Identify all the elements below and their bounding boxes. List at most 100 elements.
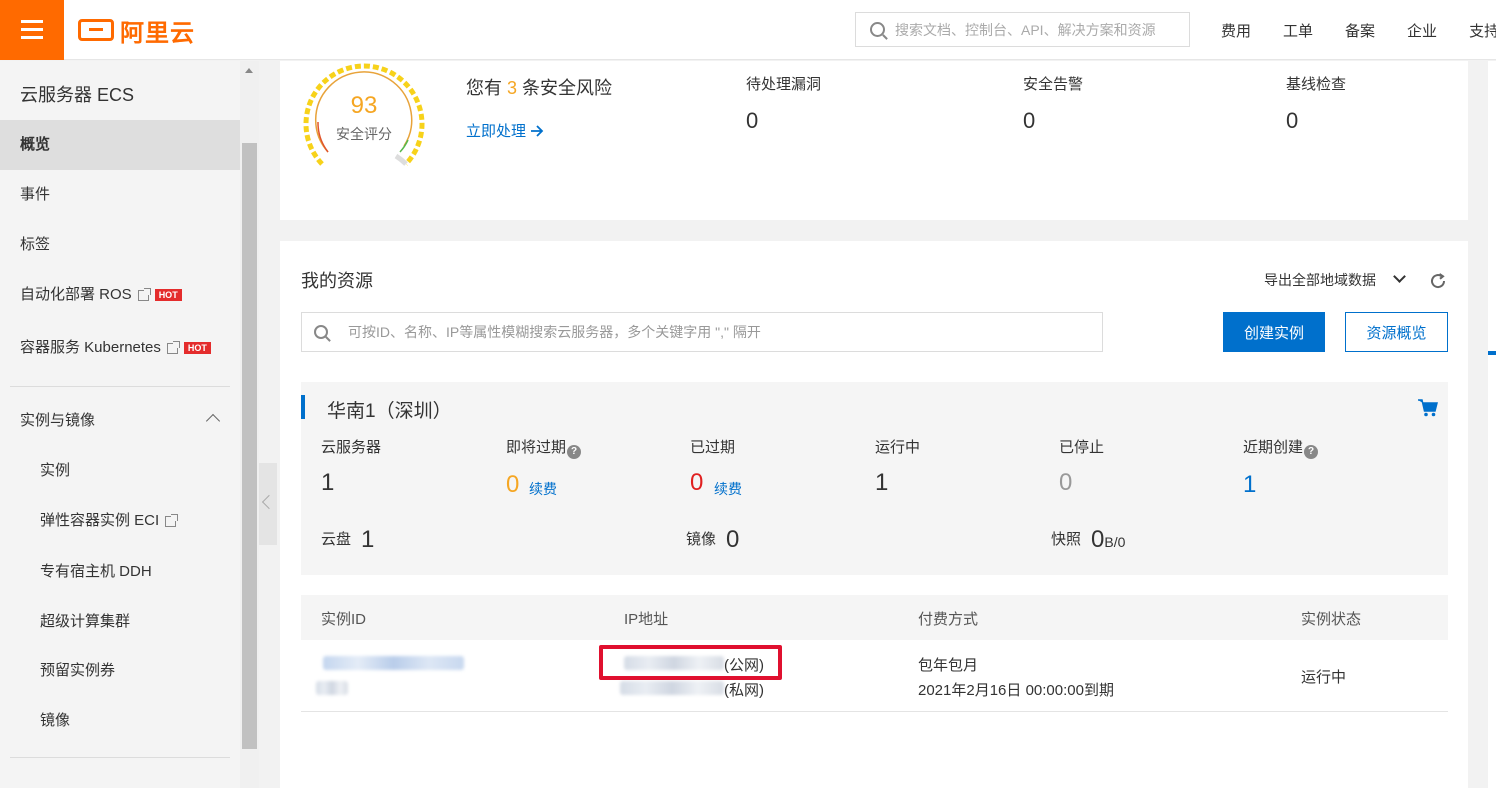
nav-billing[interactable]: 费用: [1221, 20, 1251, 41]
export-all-regions-button[interactable]: 导出全部地域数据: [1264, 270, 1376, 290]
sidebar-item-label: 实例: [40, 462, 71, 479]
scroll-up-arrow-icon[interactable]: [245, 68, 253, 73]
search-icon: [314, 325, 328, 339]
cart-icon[interactable]: [1418, 399, 1438, 417]
sidebar-item-label: 容器服务 Kubernetes: [20, 339, 161, 356]
instance-id-redacted[interactable]: [323, 656, 464, 670]
resource-overview-button[interactable]: 资源概览: [1345, 312, 1448, 352]
baseline-check-value[interactable]: 0: [1286, 108, 1298, 134]
disk-value[interactable]: 1: [361, 526, 374, 554]
nav-support[interactable]: 支持: [1469, 20, 1496, 41]
region-accent-bar: [301, 395, 305, 419]
sidebar-scrollbar[interactable]: [240, 61, 259, 788]
sidebar-item-ros[interactable]: 自动化部署 ROS HOT: [0, 270, 240, 320]
nav-enterprise[interactable]: 企业: [1407, 20, 1437, 41]
right-panel-indicator: [1488, 351, 1496, 355]
stopped-value[interactable]: 0: [1059, 469, 1072, 497]
sidebar-item-images[interactable]: 镜像: [0, 696, 240, 746]
recently-created-label: 近期创建?: [1243, 436, 1319, 459]
security-score: 93: [350, 92, 378, 119]
refresh-icon[interactable]: [1429, 272, 1447, 290]
global-search-input[interactable]: [895, 21, 1185, 38]
sidebar-item-label: 标签: [20, 236, 51, 253]
column-header-billing: 付费方式: [918, 611, 979, 628]
sidebar-divider: [10, 386, 230, 387]
sidebar-item-label: 弹性容器实例 ECI: [40, 512, 160, 529]
renew-link[interactable]: 续费: [529, 479, 557, 499]
sidebar-item-scc[interactable]: 超级计算集群: [0, 597, 240, 647]
create-instance-button[interactable]: 创建实例: [1223, 312, 1325, 352]
sidebar-section-instances-images[interactable]: 实例与镜像: [0, 396, 240, 446]
aliyun-logo-icon: [78, 19, 114, 41]
risk-prefix: 您有: [466, 78, 502, 98]
sidebar-item-reserved-instances[interactable]: 预留实例券: [0, 646, 240, 696]
renew-link[interactable]: 续费: [714, 479, 742, 499]
menu-icon[interactable]: [0, 0, 64, 60]
snapshot-value[interactable]: 0B/0: [1091, 526, 1125, 554]
running-label: 运行中: [875, 439, 921, 456]
risk-suffix: 条安全风险: [522, 78, 613, 98]
ecs-count-value[interactable]: 1: [321, 469, 334, 497]
sidebar-divider: [10, 757, 230, 758]
scrollbar-thumb[interactable]: [242, 143, 257, 749]
external-link-icon: [165, 513, 179, 527]
search-icon: [870, 22, 885, 37]
sidebar-item-label: 自动化部署 ROS: [20, 286, 132, 303]
help-icon[interactable]: ?: [1304, 445, 1319, 459]
recently-created-text: 近期创建: [1243, 439, 1304, 456]
instance-table-header: [301, 595, 1448, 640]
resource-search-input[interactable]: [348, 324, 1088, 340]
sidebar-item-instances[interactable]: 实例: [0, 446, 240, 496]
global-search[interactable]: [855, 12, 1190, 47]
handle-now-label: 立即处理: [466, 123, 527, 140]
column-header-status: 实例状态: [1301, 611, 1362, 628]
sidebar-item-events[interactable]: 事件: [0, 170, 240, 220]
snapshot-label: 快照: [1051, 531, 1082, 548]
instance-name-redacted: [316, 681, 348, 695]
pending-vulnerabilities-label: 待处理漏洞: [746, 76, 822, 93]
handle-now-link[interactable]: 立即处理: [466, 120, 544, 141]
sidebar-item-tags[interactable]: 标签: [0, 220, 240, 270]
sidebar-item-label: 事件: [20, 186, 51, 203]
external-link-icon: [166, 340, 180, 354]
ecs-count-label: 云服务器: [321, 439, 382, 456]
image-value[interactable]: 0: [726, 526, 739, 554]
region-name: 华南1（深圳）: [327, 401, 452, 422]
sidebar-item-overview[interactable]: 概览: [0, 120, 240, 170]
sidebar-item-kubernetes[interactable]: 容器服务 Kubernetes HOT: [0, 323, 240, 373]
running-value[interactable]: 1: [875, 469, 888, 497]
private-ip-redacted: [620, 681, 724, 695]
aliyun-logo[interactable]: 阿里云: [78, 14, 195, 47]
expired-label: 已过期: [690, 439, 736, 456]
expired-value[interactable]: 0: [690, 469, 703, 497]
right-panel-edge: [1488, 61, 1496, 788]
disk-label: 云盘: [321, 531, 352, 548]
help-icon[interactable]: ?: [567, 445, 582, 459]
column-header-ip: IP地址: [624, 611, 669, 628]
snapshot-count: 0: [1091, 526, 1105, 553]
pending-vulnerabilities-value[interactable]: 0: [746, 108, 758, 134]
arrow-right-icon: [531, 125, 544, 137]
sidebar-item-label: 镜像: [40, 712, 71, 729]
top-nav: 费用 工单 备案 企业 支持: [1221, 20, 1496, 41]
top-bar: 阿里云 费用 工单 备案 企业 支持: [0, 0, 1496, 60]
sidebar-item-ddh[interactable]: 专有宿主机 DDH: [0, 547, 240, 597]
logo-text: 阿里云: [120, 19, 195, 47]
sidebar-title: 云服务器 ECS: [20, 85, 135, 105]
nav-tickets[interactable]: 工单: [1283, 20, 1313, 41]
sidebar-item-label: 概览: [20, 136, 51, 153]
expiring-soon-text: 即将过期: [506, 439, 567, 456]
nav-icp[interactable]: 备案: [1345, 20, 1375, 41]
recently-created-value[interactable]: 1: [1243, 471, 1256, 499]
resource-search[interactable]: [301, 312, 1103, 352]
sidebar-item-eci[interactable]: 弹性容器实例 ECI: [0, 496, 240, 546]
security-alerts-label: 安全告警: [1023, 76, 1084, 93]
hot-badge: HOT: [154, 289, 182, 302]
instance-status: 运行中: [1301, 669, 1347, 686]
security-risk-title: 您有 3 条安全风险: [466, 74, 612, 100]
security-alerts-value[interactable]: 0: [1023, 108, 1035, 134]
stopped-label: 已停止: [1059, 439, 1105, 456]
sidebar: 云服务器 ECS 概览 事件 标签 自动化部署 ROS HOT 容器服务 Kube…: [0, 61, 240, 788]
expiring-soon-value[interactable]: 0: [506, 471, 519, 499]
sidebar-collapse-button[interactable]: [259, 463, 277, 545]
